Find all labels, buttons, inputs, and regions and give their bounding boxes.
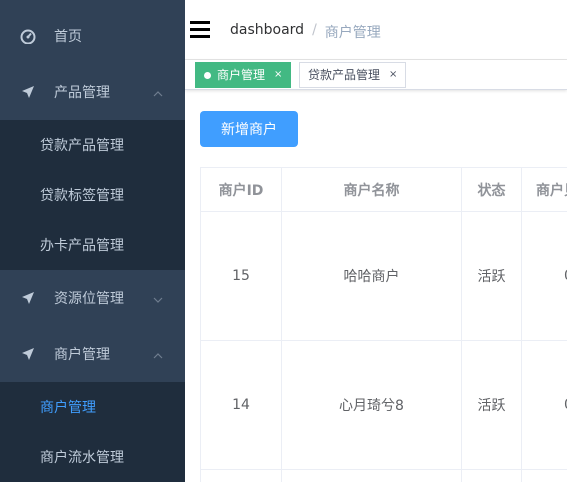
table-cell-empty [282,470,462,482]
hamburger-menu-icon[interactable] [190,21,212,39]
table-header-balance: 商户贝 [522,168,567,212]
table-cell-empty [462,470,522,482]
paper-plane-icon [20,346,36,362]
table-header-status: 状态 [462,168,522,212]
tag-label: 贷款产品管理 [308,68,381,82]
table-cell-status: 活跃 [462,341,522,470]
tag-loan-products[interactable]: 贷款产品管理 × [299,62,407,88]
sidebar-item-card-products[interactable]: 办卡产品管理 [0,220,185,270]
table-header-id: 商户ID [201,168,282,212]
table-cell-name: 哈哈商户 [282,212,462,341]
breadcrumb-separator: / [312,22,317,38]
menu-item-home-label: 首页 [54,29,82,45]
table-cell-id: 15 [201,212,282,341]
tags-view: 商户管理 × 贷款产品管理 × [185,60,567,90]
table-cell-id: 14 [201,341,282,470]
breadcrumb-current: 商户管理 [324,25,381,41]
close-icon[interactable]: × [274,63,282,87]
tag-label: 商户管理 [217,68,266,82]
table-cell-balance: 0 [522,341,567,470]
menu-item-resources[interactable]: 资源位管理 [0,270,185,326]
table-cell-name: 心月琦兮8 [282,341,462,470]
sidebar-item-loan-products[interactable]: 贷款产品管理 [0,120,185,170]
menu-item-merchants-label: 商户管理 [54,347,110,363]
menu-item-resources-label: 资源位管理 [54,291,124,307]
add-merchant-button[interactable]: 新增商户 [200,111,298,147]
paper-plane-icon [20,84,36,100]
menu-item-merchants[interactable]: 商户管理 [0,326,185,382]
table-cell-status: 活跃 [462,212,522,341]
merchant-table: 商户ID 商户名称 状态 商户贝 15 哈哈商户 活跃 0 14 心月琦兮8 活… [200,167,567,482]
chevron-down-icon [153,293,163,303]
submenu-products: 贷款产品管理 贷款标签管理 办卡产品管理 [0,120,185,270]
active-dot-icon [204,71,211,79]
sidebar-item-merchant-manage[interactable]: 商户管理 [0,382,185,432]
close-icon[interactable]: × [389,63,397,87]
table-cell-balance: 0 [522,212,567,341]
dashboard-icon [20,28,36,44]
breadcrumb-home[interactable]: dashboard [230,22,304,42]
table-header-name: 商户名称 [282,168,462,212]
menu-item-products-label: 产品管理 [54,85,110,101]
paper-plane-icon [20,290,36,306]
table-cell-empty [201,470,282,482]
tag-merchant-manage[interactable]: 商户管理 × [195,62,292,88]
menu-item-products[interactable]: 产品管理 [0,64,185,120]
breadcrumb: dashboard / 商户管理 [230,22,381,42]
menu-item-home[interactable]: 首页 [0,8,185,64]
submenu-merchants: 商户管理 商户流水管理 [0,382,185,482]
table-cell-empty [522,470,567,482]
sidebar-item-merchant-flow[interactable]: 商户流水管理 [0,432,185,482]
sidebar-item-loan-tags[interactable]: 贷款标签管理 [0,170,185,220]
sidebar: 首页 产品管理 贷款产品管理 贷款标签管理 办卡产品管理 资源位管理 商户管理 [0,0,185,482]
chevron-up-icon [153,87,163,97]
navbar: dashboard / 商户管理 [185,0,567,60]
chevron-up-icon [153,349,163,359]
